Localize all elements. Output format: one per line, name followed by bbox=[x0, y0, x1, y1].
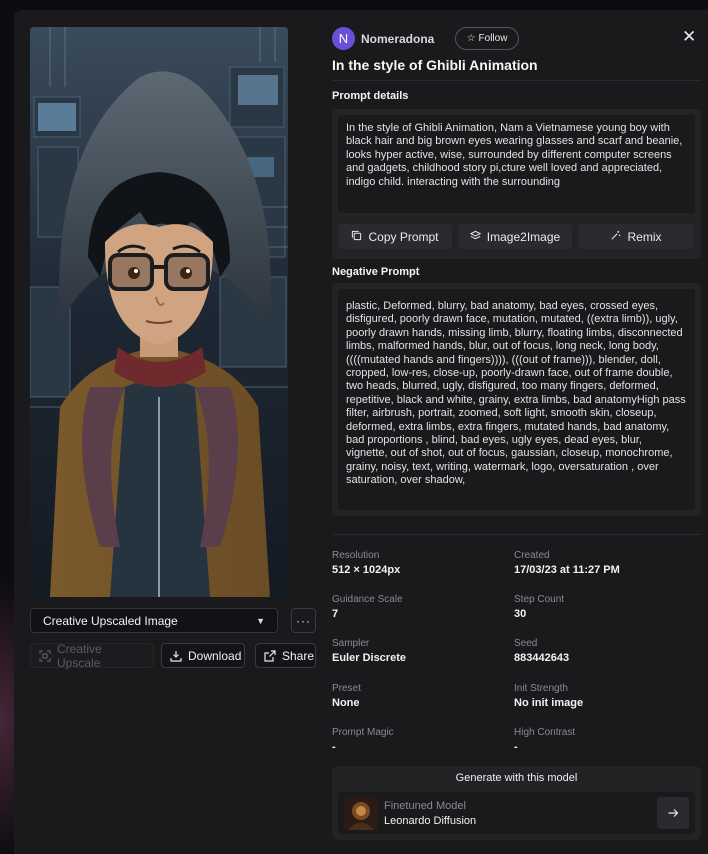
share-button[interactable]: Share bbox=[255, 643, 316, 668]
share-icon bbox=[264, 649, 276, 662]
creative-upscale-button[interactable]: Creative Upscale bbox=[30, 641, 154, 670]
prompt-details-heading: Prompt details bbox=[332, 90, 409, 102]
meta-label: Preset bbox=[332, 683, 361, 694]
meta-prompt-magic: Prompt Magic - bbox=[332, 727, 394, 753]
meta-value: No init image bbox=[514, 697, 584, 709]
copy-prompt-button[interactable]: Copy Prompt bbox=[338, 224, 452, 249]
model-name: Leonardo Diffusion bbox=[384, 815, 477, 827]
meta-value: Euler Discrete bbox=[332, 652, 406, 664]
meta-label: Seed bbox=[514, 638, 538, 649]
image-variant-value: Creative Upscaled Image bbox=[43, 613, 178, 628]
download-label: Download bbox=[188, 648, 242, 663]
meta-label: Resolution bbox=[332, 550, 380, 561]
image2image-label: Image2Image bbox=[486, 229, 561, 244]
meta-value: - bbox=[514, 741, 518, 753]
negative-prompt-text: plastic, Deformed, blurry, bad anatomy, … bbox=[346, 300, 686, 487]
layers-icon bbox=[469, 230, 482, 244]
close-icon[interactable]: ✕ bbox=[682, 28, 696, 45]
remix-button[interactable]: Remix bbox=[579, 224, 693, 249]
generated-image-art bbox=[30, 27, 288, 597]
meta-label: Prompt Magic bbox=[332, 727, 394, 738]
meta-init-strength: Init Strength No init image bbox=[514, 683, 583, 709]
remix-label: Remix bbox=[627, 229, 662, 244]
divider bbox=[332, 534, 701, 535]
meta-value: 7 bbox=[332, 608, 339, 620]
meta-label: Step Count bbox=[514, 594, 565, 605]
meta-value: None bbox=[332, 697, 360, 709]
magic-wand-icon bbox=[610, 230, 621, 244]
meta-preset: Preset None bbox=[332, 683, 361, 709]
meta-value: 30 bbox=[514, 608, 527, 620]
meta-label: High Contrast bbox=[514, 727, 576, 738]
model-type-label: Finetuned Model bbox=[384, 800, 466, 812]
meta-label: Sampler bbox=[332, 638, 370, 649]
model-card[interactable]: Finetuned Model Leonardo Diffusion bbox=[338, 792, 695, 834]
meta-label: Guidance Scale bbox=[332, 594, 403, 605]
prompt-text: In the style of Ghibli Animation, Nam a … bbox=[346, 122, 683, 188]
avatar[interactable]: N bbox=[332, 27, 355, 50]
copy-icon bbox=[351, 230, 362, 244]
follow-button[interactable]: ☆ Follow bbox=[455, 27, 519, 50]
meta-resolution: Resolution 512 × 1024px bbox=[332, 550, 400, 576]
creative-upscale-label: Creative Upscale bbox=[57, 641, 102, 670]
page-title: In the style of Ghibli Animation bbox=[332, 57, 538, 73]
star-icon: ☆ bbox=[466, 33, 476, 44]
meta-label: Init Strength bbox=[514, 683, 568, 694]
chevron-down-icon: ▼ bbox=[256, 615, 265, 626]
image2image-button[interactable]: Image2Image bbox=[458, 224, 572, 249]
image-variant-select[interactable]: Creative Upscaled Image ▼ bbox=[30, 608, 278, 633]
username-link[interactable]: Nomeradona bbox=[361, 32, 434, 46]
divider bbox=[332, 80, 701, 81]
meta-label: Created bbox=[514, 550, 550, 561]
meta-value: 512 × 1024px bbox=[332, 564, 401, 576]
negative-prompt-panel: plastic, Deformed, blurry, bad anatomy, … bbox=[332, 283, 701, 516]
upscale-icon bbox=[39, 649, 51, 662]
follow-label: Follow bbox=[478, 33, 508, 44]
negative-prompt-heading: Negative Prompt bbox=[332, 266, 420, 278]
meta-sampler: Sampler Euler Discrete bbox=[332, 638, 406, 664]
copy-prompt-label: Copy Prompt bbox=[368, 229, 439, 244]
meta-value: 17/03/23 at 11:27 PM bbox=[514, 564, 620, 576]
more-options-button[interactable]: ··· bbox=[291, 608, 316, 633]
model-thumbnail bbox=[344, 797, 378, 830]
download-button[interactable]: Download bbox=[161, 643, 245, 668]
share-label: Share bbox=[282, 648, 315, 663]
image-detail-modal: Creative Upscaled Image ▼ ··· Creative U… bbox=[14, 10, 708, 854]
generated-image[interactable] bbox=[30, 27, 288, 597]
generate-heading: Generate with this model bbox=[455, 772, 578, 784]
meta-value: - bbox=[332, 741, 336, 753]
meta-high-contrast: High Contrast - bbox=[514, 727, 575, 753]
generate-with-model-panel: Generate with this model Finetuned Model… bbox=[332, 766, 701, 840]
meta-created: Created 17/03/23 at 11:27 PM bbox=[514, 550, 620, 576]
meta-value: 883442643 bbox=[514, 652, 570, 664]
meta-guidance-scale: Guidance Scale 7 bbox=[332, 594, 403, 620]
download-icon bbox=[170, 650, 182, 662]
arrow-right-icon[interactable] bbox=[657, 797, 689, 829]
meta-seed: Seed 883442643 bbox=[514, 638, 569, 664]
meta-step-count: Step Count 30 bbox=[514, 594, 564, 620]
